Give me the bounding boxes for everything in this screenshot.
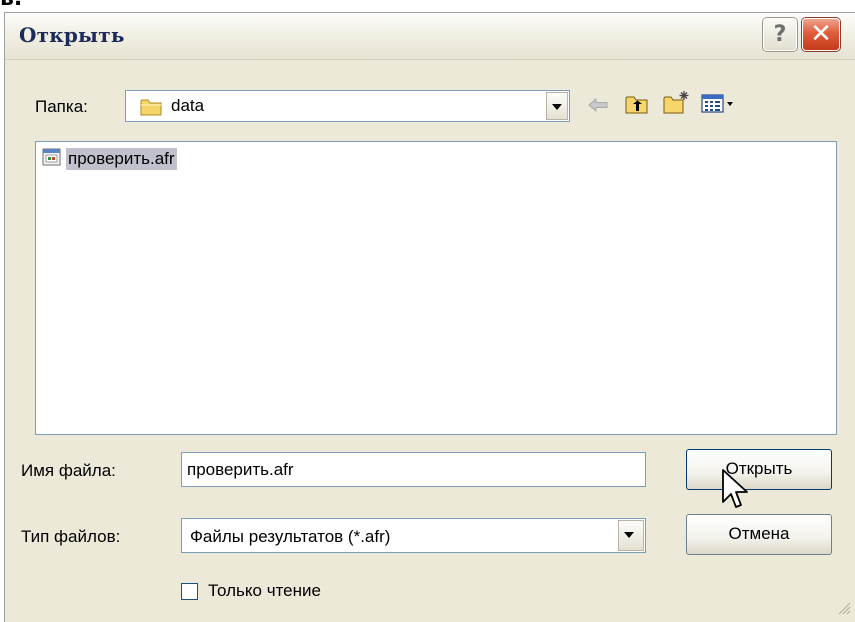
filename-value: проверить.afr (187, 460, 294, 479)
cancel-button-label: Отмена (728, 524, 790, 543)
new-folder-icon[interactable] (663, 89, 691, 120)
lookin-value: data (171, 96, 205, 115)
help-button[interactable]: ? (763, 18, 797, 51)
back-arrow-icon[interactable] (587, 96, 609, 119)
filetype-label: Тип файлов: (21, 527, 121, 546)
filetype-dropdown-button[interactable] (618, 520, 644, 551)
up-folder-icon[interactable] (625, 93, 649, 120)
resize-grip-icon[interactable] (837, 601, 851, 620)
filename-input[interactable]: проверить.afr (181, 452, 646, 487)
list-item[interactable]: проверить.afr (42, 148, 177, 170)
lookin-combo[interactable]: data (125, 90, 570, 122)
filename-label: Имя файла: (21, 461, 116, 480)
close-button[interactable]: ✕ (802, 18, 840, 51)
lookin-dropdown-button[interactable] (546, 92, 568, 120)
cancel-button[interactable]: Отмена (686, 514, 832, 555)
readonly-checkbox[interactable] (181, 583, 198, 600)
title-bar[interactable]: Открыть ? ✕ (5, 13, 855, 60)
open-button[interactable]: Открыть (686, 449, 832, 490)
open-dialog: Открыть ? ✕ Папка: data проверить.afr Им… (4, 12, 855, 622)
filetype-value: Файлы результатов (*.afr) (190, 527, 391, 546)
dialog-title: Открыть (19, 23, 125, 47)
file-list[interactable]: проверить.afr (35, 141, 837, 435)
filetype-combo[interactable]: Файлы результатов (*.afr) (181, 518, 646, 553)
lookin-label: Папка: (35, 97, 88, 116)
folder-icon (140, 97, 164, 122)
file-name: проверить.afr (66, 148, 177, 170)
mouse-cursor-icon (721, 468, 751, 517)
view-menu-icon[interactable] (701, 93, 741, 120)
help-icon: ? (773, 22, 787, 47)
close-icon: ✕ (810, 19, 832, 49)
stray-caption: в. (0, 0, 22, 11)
afr-file-icon (42, 147, 62, 172)
readonly-label: Только чтение (208, 581, 321, 600)
